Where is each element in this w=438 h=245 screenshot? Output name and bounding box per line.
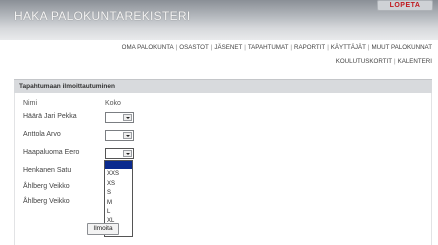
secondary-nav: KOULUTUSKORTIT | KALENTERI bbox=[336, 58, 432, 70]
size-option[interactable]: XXS bbox=[105, 170, 132, 178]
person-name: Åhlberg Veikko bbox=[23, 198, 70, 205]
nav-link[interactable]: MUUT PALOKUNNAT bbox=[371, 44, 432, 51]
nav-link[interactable]: KOULUTUSKORTIT bbox=[336, 58, 392, 65]
nav-link[interactable]: KALENTERI bbox=[398, 58, 432, 65]
person-name: Häärä Jari Pekka bbox=[23, 113, 77, 120]
person-name: Anttola Arvo bbox=[23, 131, 61, 138]
main-nav: OMA PALOKUNTA | OSASTOT | JÄSENET | TAPAHTUMAT… bbox=[122, 44, 432, 56]
size-select[interactable] bbox=[105, 148, 134, 159]
nav-link[interactable]: RAPORTIT bbox=[294, 44, 325, 51]
size-option[interactable] bbox=[105, 161, 132, 169]
submit-button[interactable]: Ilmoita bbox=[87, 223, 119, 235]
chevron-down-icon bbox=[123, 114, 132, 121]
nav-link[interactable]: OSASTOT bbox=[179, 44, 208, 51]
nav-link[interactable]: KÄYTTÄJÄT bbox=[331, 44, 366, 51]
person-name: Henkanen Satu bbox=[23, 167, 72, 174]
logout-button[interactable]: LOPETA bbox=[377, 0, 433, 11]
column-header-name: Nimi bbox=[23, 100, 37, 107]
chevron-down-icon bbox=[123, 132, 132, 139]
column-header-size: Koko bbox=[105, 100, 121, 107]
section-title: Tapahtumaan ilmoittautuminen bbox=[19, 83, 115, 90]
size-select[interactable] bbox=[105, 130, 134, 141]
nav-link[interactable]: JÄSENET bbox=[214, 44, 242, 51]
chevron-down-icon bbox=[123, 150, 132, 157]
size-option[interactable]: XS bbox=[105, 180, 132, 188]
person-name: Åhlberg Veikko bbox=[23, 183, 70, 190]
size-option[interactable]: M bbox=[105, 199, 132, 207]
size-option[interactable]: S bbox=[105, 189, 132, 197]
app-title: HAKA PALOKUNTAREKISTERI bbox=[14, 9, 191, 23]
nav-link[interactable]: OMA PALOKUNTA bbox=[122, 44, 174, 51]
app-header: HAKA PALOKUNTAREKISTERI LOPETA bbox=[0, 0, 438, 40]
nav-link[interactable]: TAPAHTUMAT bbox=[248, 44, 289, 51]
section-header: Tapahtumaan ilmoittautuminen bbox=[14, 79, 432, 93]
size-select[interactable] bbox=[105, 112, 134, 123]
size-option[interactable]: L bbox=[105, 208, 132, 216]
person-name: Haapaluoma Eero bbox=[23, 149, 80, 156]
